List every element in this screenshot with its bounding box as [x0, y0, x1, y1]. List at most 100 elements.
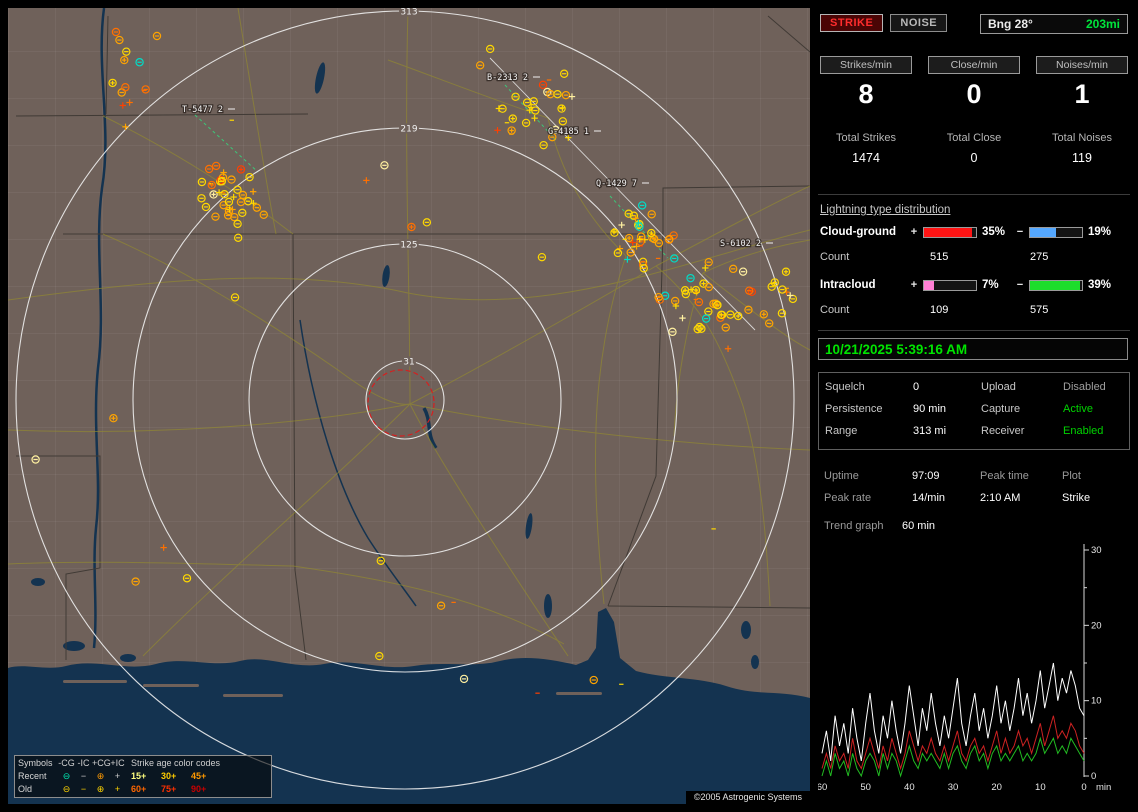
- ic-minus-bar-fill: [1030, 280, 1081, 290]
- map[interactable]: 313 219 125 31 B-2313 2 T-5477 2 G-4185 1 Q-14…: [8, 8, 810, 804]
- legend-row-label: Recent: [18, 771, 47, 781]
- range-label: Range: [825, 425, 858, 437]
- ic-plus-pct: 7%: [982, 279, 999, 291]
- cg-plus-bar: [923, 226, 977, 238]
- status-row-2: Peak rate 14/min 2:10 AM Strike: [818, 490, 1130, 506]
- capture-status: Active: [1063, 403, 1093, 415]
- lake: [31, 578, 45, 586]
- strike-button[interactable]: STRIKE: [820, 14, 884, 32]
- datetime-display: 10/21/2025 5:39:16 AM: [818, 338, 1128, 360]
- side-panel: STRIKE NOISE Bng 28° 203mi Strikes/min 8…: [818, 8, 1130, 804]
- strikes-per-min-label[interactable]: Strikes/min: [820, 56, 912, 74]
- age-code: 15+: [131, 771, 147, 781]
- cg-plus-bar-fill: [924, 227, 972, 237]
- distribution-title: Lightning type distribution: [820, 204, 951, 216]
- cloud-ground-count-row: Count 515 275: [820, 251, 1048, 263]
- lake: [314, 62, 326, 94]
- cg-minus-bar: [1029, 226, 1083, 238]
- svg-text:0: 0: [1081, 782, 1086, 793]
- plus-sign: +: [910, 279, 918, 291]
- legend-old-row: Old ⊖ − ⊕ + 60+ 75+ 90+: [18, 783, 268, 796]
- state-borders-layer: [15, 15, 810, 661]
- total-close: Total Close 0: [928, 132, 1020, 165]
- svg-text:313: 313: [400, 8, 417, 18]
- svg-text:20: 20: [991, 782, 1002, 793]
- svg-text:50: 50: [860, 782, 871, 793]
- legend-col-header: -CG: [58, 758, 75, 768]
- peak-rate-value: 14/min: [912, 492, 946, 504]
- svg-text:min: min: [1096, 782, 1111, 793]
- noises-per-min-value: 1: [1074, 79, 1090, 109]
- range-value: 313 mi: [913, 425, 947, 437]
- age-code: 45+: [191, 771, 207, 781]
- strikes-per-min-box: Strikes/min 8: [820, 56, 912, 110]
- total-noises-label: Total Noises: [1052, 132, 1112, 144]
- svg-text:T-5477 2: T-5477 2: [182, 105, 223, 115]
- circle-minus-icon: ⊖: [62, 784, 71, 794]
- lake: [120, 654, 136, 662]
- capture-label: Capture: [981, 403, 1021, 415]
- age-code: 75+: [161, 784, 177, 794]
- alarm-radius-circle: [367, 369, 435, 437]
- svg-text:60: 60: [818, 782, 827, 793]
- tombigbee-river: [299, 319, 417, 607]
- svg-text:Q-1429 7: Q-1429 7: [596, 179, 637, 189]
- settings-box: Squelch 0 Upload Disabled Persistence 90…: [818, 372, 1130, 450]
- plus-icon: +: [114, 784, 121, 794]
- svg-text:G-4185 1: G-4185 1: [548, 127, 589, 137]
- trend-graph-label: Trend graph: [824, 520, 884, 532]
- noise-button[interactable]: NOISE: [890, 14, 948, 32]
- storm-track: [194, 114, 259, 173]
- barrier-island: [63, 680, 127, 683]
- bearing-distance: 203mi: [1085, 17, 1120, 31]
- rate-boxes: Strikes/min 8 Close/min 0 Noises/min 1: [818, 56, 1130, 110]
- age-code: 90+: [191, 784, 207, 794]
- ic-minus-count: 575: [1030, 304, 1049, 316]
- svg-text:125: 125: [400, 241, 417, 251]
- barrier-island: [556, 692, 602, 695]
- count-label: Count: [820, 251, 850, 263]
- lake: [741, 621, 751, 639]
- svg-text:0: 0: [1091, 771, 1096, 782]
- cloud-ground-row: Cloud-ground + 35% − 19%: [820, 226, 1120, 238]
- lake: [751, 655, 759, 669]
- minus-icon: −: [80, 784, 87, 794]
- cg-minus-pct: 19%: [1088, 226, 1112, 238]
- svg-text:219: 219: [400, 125, 417, 135]
- ic-minus-bar: [1029, 279, 1083, 291]
- map-container[interactable]: 313 219 125 31 B-2313 2 T-5477 2 G-4185 1 Q-14…: [8, 8, 810, 804]
- svg-text:10: 10: [1091, 696, 1102, 707]
- total-strikes-label: Total Strikes: [836, 132, 896, 144]
- total-noises-value: 119: [1072, 151, 1092, 165]
- plot-value: Strike: [1062, 492, 1091, 504]
- plus-sign: +: [910, 226, 918, 238]
- svg-text:S-6102 2: S-6102 2: [720, 239, 761, 249]
- cloud-ground-label: Cloud-ground: [820, 226, 897, 238]
- storm-cells-layer: B-2313 2 T-5477 2 G-4185 1 Q-1429 7 S-6102 2: [181, 72, 773, 250]
- copyright-text: ©2005 Astrogenic Systems: [685, 791, 810, 804]
- uptime-label: Uptime: [824, 470, 859, 482]
- legend-recent-row: Recent ⊖ − ⊕ + 15+ 30+ 45+: [18, 770, 268, 783]
- svg-text:30: 30: [1091, 545, 1102, 556]
- svg-text:10: 10: [1035, 782, 1046, 793]
- noises-per-min-box: Noises/min 1: [1036, 56, 1128, 110]
- close-per-min-label[interactable]: Close/min: [928, 56, 1020, 74]
- noises-per-min-label[interactable]: Noises/min: [1036, 56, 1128, 74]
- total-strikes-value: 1474: [852, 151, 880, 165]
- total-close-value: 0: [970, 151, 978, 165]
- peak-rate-label: Peak rate: [824, 492, 872, 504]
- settings-row: Range 313 mi Receiver Enabled: [819, 423, 1129, 439]
- total-noises: Total Noises 119: [1036, 132, 1128, 165]
- circle-plus-icon: ⊕: [96, 771, 105, 781]
- total-close-label: Total Close: [946, 132, 1002, 144]
- svg-text:30: 30: [948, 782, 959, 793]
- legend-row-label: Old: [18, 784, 33, 794]
- storm-track: [489, 57, 756, 331]
- receiver-status: Enabled: [1063, 425, 1104, 437]
- center-river: [422, 407, 438, 450]
- persistence-label: Persistence: [825, 403, 883, 415]
- settings-row: Squelch 0 Upload Disabled: [819, 379, 1129, 395]
- svg-text:B-2313 2: B-2313 2: [487, 73, 528, 83]
- trend-chart: 010203060 50 40 30 20 10 0 min: [818, 544, 1111, 793]
- cg-minus-count: 275: [1030, 251, 1049, 263]
